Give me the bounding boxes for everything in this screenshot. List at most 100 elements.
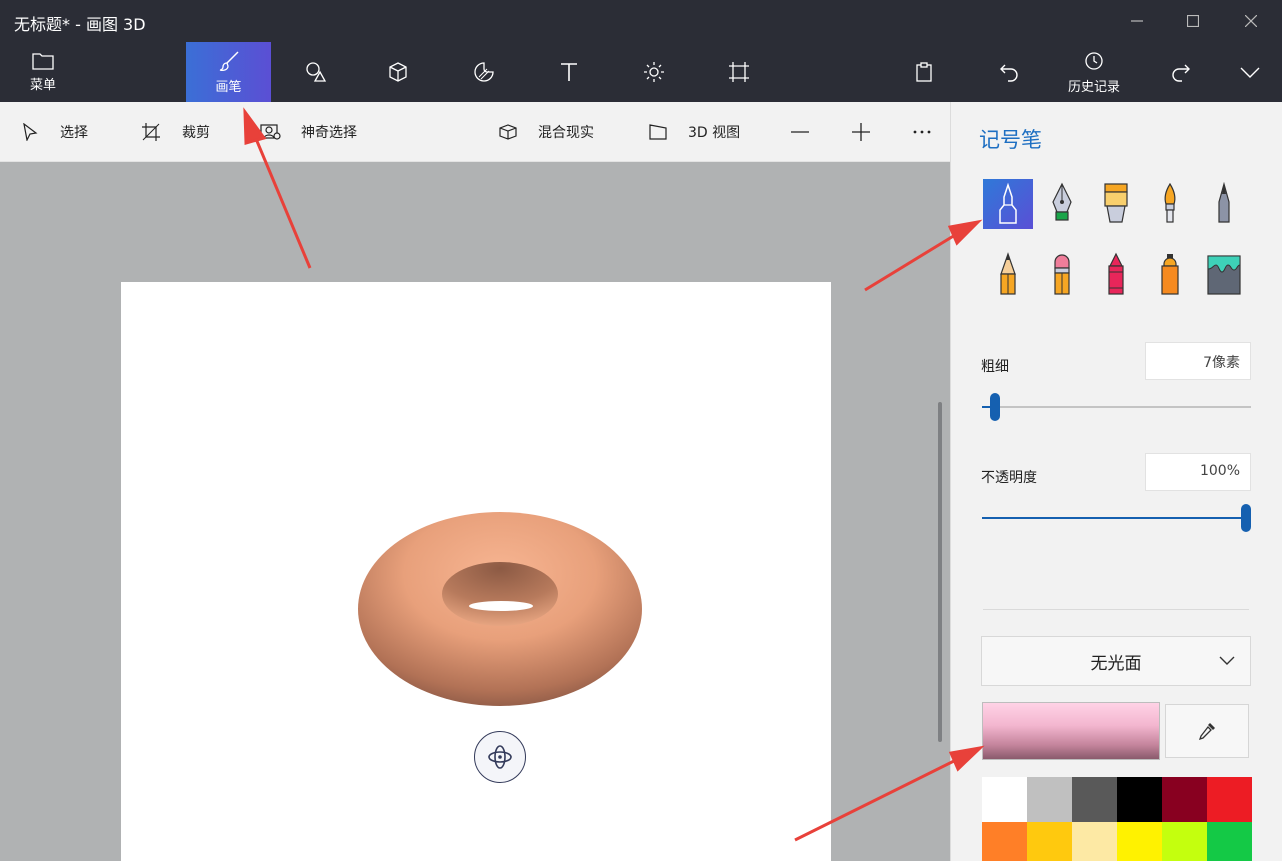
opacity-label: 不透明度 [981,470,1037,486]
palette-swatch[interactable] [1162,777,1207,822]
marker-icon [999,182,1017,224]
opacity-slider-track[interactable] [982,517,1251,519]
history-button[interactable]: 历史记录 [1058,42,1130,102]
select-label: 选择 [60,125,88,141]
tab-brushes[interactable]: 画笔 [186,42,271,102]
shapes-2d-icon [306,62,327,82]
brush-icon [219,50,239,71]
finish-value: 无光面 [1090,653,1142,674]
oil-brush[interactable] [1091,179,1141,229]
opacity-input[interactable]: 100% [1145,453,1251,491]
thickness-slider-thumb[interactable] [990,393,1001,421]
thickness-input[interactable]: 7像素 [1145,342,1251,380]
close-button[interactable] [1228,6,1274,36]
fill-bucket-brush[interactable] [1199,249,1249,299]
palette-swatch[interactable] [1027,822,1072,861]
maximize-button[interactable] [1170,6,1216,36]
ellipsis-icon [913,130,931,134]
mixed-reality-icon [499,124,517,140]
spray-can-brush[interactable] [1145,249,1195,299]
chevron-down-icon [1219,656,1235,665]
tab-canvas[interactable] [719,42,759,102]
donut-3d-object[interactable] [121,282,831,861]
tab-3d-shapes[interactable] [378,42,418,102]
finish-dropdown[interactable]: 无光面 [981,636,1251,686]
palette-swatch[interactable] [1117,822,1162,861]
palette-swatch[interactable] [982,822,1027,861]
color-palette [982,777,1252,861]
crop-tool[interactable]: 裁剪 [142,120,210,144]
zoom-in-button[interactable] [851,120,871,144]
thickness-label: 粗细 [981,359,1009,375]
magic-select-label: 神奇选择 [301,125,357,141]
tab-effects[interactable] [634,42,674,102]
plus-icon [852,123,870,141]
ribbon: 菜单 画笔 历史记录 [0,42,1282,102]
undo-icon [1000,64,1018,82]
minimize-button[interactable] [1114,6,1160,36]
crayon-icon [1108,252,1124,295]
current-color-swatch[interactable] [982,702,1160,760]
view-3d-icon [649,124,667,140]
rotate-3d-handle[interactable] [474,731,526,783]
window-title: 无标题* - 画图 3D [14,15,146,34]
oil-brush-icon [1104,183,1128,223]
magic-select-icon [260,124,281,140]
vertical-scrollbar[interactable] [938,402,942,742]
magic-select-tool[interactable]: 神奇选择 [260,120,357,144]
palette-swatch[interactable] [1072,822,1117,861]
marker-brush[interactable] [983,179,1033,229]
calligraphy-pen-brush[interactable] [1037,179,1087,229]
palette-swatch[interactable] [1162,822,1207,861]
palette-swatch[interactable] [1207,822,1252,861]
pointer-icon [23,123,38,141]
tab-2d-shapes[interactable] [296,42,336,102]
canvas-workspace[interactable] [0,162,950,861]
cube-icon [389,62,407,82]
pencil-brush[interactable] [983,249,1033,299]
palette-swatch[interactable] [1117,777,1162,822]
zoom-out-button[interactable] [790,120,810,144]
opacity-slider-thumb[interactable] [1241,504,1251,532]
mixed-reality-button[interactable]: 混合现实 [498,120,594,144]
crop-label: 裁剪 [182,125,210,141]
pencil-icon [1000,252,1016,295]
sun-icon [644,62,664,82]
title-bar: 无标题* - 画图 3D [0,0,1282,42]
thickness-slider-track[interactable] [982,406,1251,408]
watercolor-brush[interactable] [1145,179,1195,229]
eyedropper-button[interactable] [1165,704,1249,758]
spray-can-icon [1161,254,1179,295]
palette-swatch[interactable] [1072,777,1117,822]
folder-icon [32,52,54,70]
pixel-pen-brush[interactable] [1199,179,1249,229]
sticker-icon [474,62,494,82]
eyedropper-icon [1198,723,1215,741]
tab-stickers[interactable] [464,42,504,102]
calligraphy-pen-icon [1052,182,1072,221]
fill-bucket-icon [1207,255,1241,295]
drawing-canvas[interactable] [121,282,831,861]
redo-button[interactable] [1160,42,1200,102]
eraser-brush[interactable] [1037,249,1087,299]
canvas-toolbar: 选择 裁剪 神奇选择 混合现实 3D 视图 [0,102,950,162]
tab-text[interactable] [549,42,589,102]
palette-swatch[interactable] [1207,777,1252,822]
paste-button[interactable] [904,42,944,102]
maximize-icon [1187,15,1199,27]
clipboard-icon [916,62,932,82]
palette-swatch[interactable] [982,777,1027,822]
menu-button[interactable]: 菜单 [14,42,72,102]
view-3d-label: 3D 视图 [688,125,741,141]
undo-button[interactable] [990,42,1030,102]
palette-swatch[interactable] [1027,777,1072,822]
text-icon [561,63,577,81]
panel-title: 记号笔 [979,128,1042,152]
more-options-button[interactable] [912,120,932,144]
select-tool[interactable]: 选择 [22,120,88,144]
close-icon [1245,15,1257,27]
crayon-brush[interactable] [1091,249,1141,299]
minus-icon [791,131,809,133]
expand-ribbon-button[interactable] [1230,42,1270,102]
view-3d-button[interactable]: 3D 视图 [648,120,740,144]
